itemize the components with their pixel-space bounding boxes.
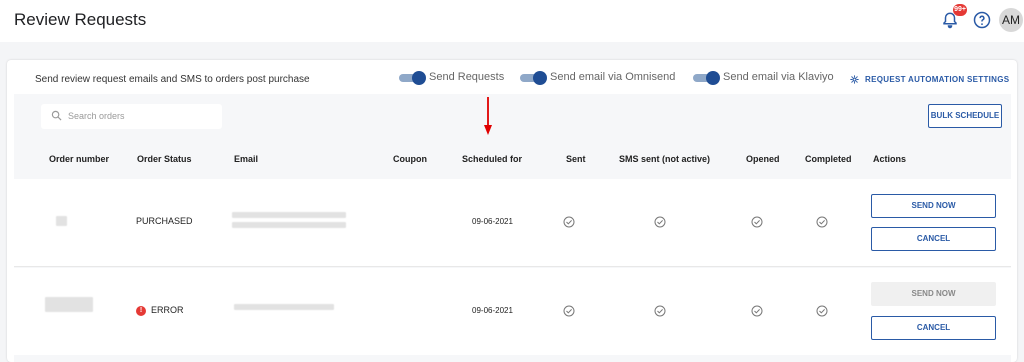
column-header-opened: Opened (746, 154, 780, 164)
gear-icon[interactable] (850, 75, 859, 84)
check-circle-icon (563, 305, 575, 317)
send-requests-label: Send Requests (429, 71, 505, 83)
order-number-redacted (56, 216, 67, 226)
cancel-button[interactable]: CANCEL (871, 227, 996, 251)
avatar[interactable]: AM (999, 8, 1023, 32)
review-requests-card: Send review request emails and SMS to or… (7, 60, 1017, 362)
bulk-schedule-button[interactable]: BULK SCHEDULE (928, 104, 1002, 128)
check-circle-icon (751, 216, 763, 228)
column-header-scheduled-for: Scheduled for (462, 154, 523, 164)
omnisend-label: Send email via Omnisend (550, 71, 676, 83)
check-circle-icon (654, 305, 666, 317)
check-circle-icon (816, 216, 828, 228)
help-icon[interactable] (973, 11, 991, 29)
request-automation-settings-link[interactable]: REQUEST AUTOMATION SETTINGS (865, 75, 1009, 84)
column-header-coupon: Coupon (393, 154, 427, 164)
intro-text: Send review request emails and SMS to or… (35, 74, 310, 85)
check-circle-icon (751, 305, 763, 317)
search-box[interactable] (41, 104, 222, 129)
email-redacted (232, 222, 346, 228)
send-requests-toggle[interactable] (399, 71, 427, 85)
table-row: PURCHASED 09-06-2021 SEND NOW CANCEL (14, 179, 1011, 266)
notification-badge: 99+ (953, 4, 967, 16)
check-circle-icon (654, 216, 666, 228)
cancel-button[interactable]: CANCEL (871, 316, 996, 340)
order-number-redacted (45, 297, 93, 312)
column-header-order-number: Order number (49, 154, 110, 164)
omnisend-toggle[interactable] (520, 71, 548, 85)
column-header-actions: Actions (873, 154, 907, 164)
column-header-sent: Sent (566, 154, 586, 164)
row-divider (14, 266, 1011, 267)
search-icon (51, 110, 62, 121)
error-icon: ! (136, 306, 146, 316)
send-now-button-disabled: SEND NOW (871, 282, 996, 306)
table-row: ! ERROR 09-06-2021 SEND NOW CANCEL (14, 268, 1011, 355)
top-bar: Review Requests 99+ AM (0, 0, 1024, 42)
scheduled-date: 09-06-2021 (472, 217, 513, 226)
send-now-button[interactable]: SEND NOW (871, 194, 996, 218)
column-header-sms-sent: SMS sent (not active) (619, 154, 711, 164)
red-arrow-annotation (484, 97, 492, 135)
column-header-order-status: Order Status (137, 154, 192, 164)
check-circle-icon (563, 216, 575, 228)
search-input[interactable] (68, 108, 216, 124)
column-header-completed: Completed (805, 154, 852, 164)
order-status: ERROR (151, 305, 184, 315)
klaviyo-label: Send email via Klaviyo (723, 71, 834, 83)
check-circle-icon (816, 305, 828, 317)
orders-table: BULK SCHEDULE Order number Order Status … (14, 94, 1011, 362)
scheduled-date: 09-06-2021 (472, 306, 513, 315)
page-title: Review Requests (14, 10, 147, 29)
klaviyo-toggle[interactable] (693, 71, 721, 85)
order-status: PURCHASED (136, 216, 193, 226)
email-redacted (232, 212, 346, 218)
email-redacted (234, 304, 334, 310)
column-header-email: Email (234, 154, 259, 164)
